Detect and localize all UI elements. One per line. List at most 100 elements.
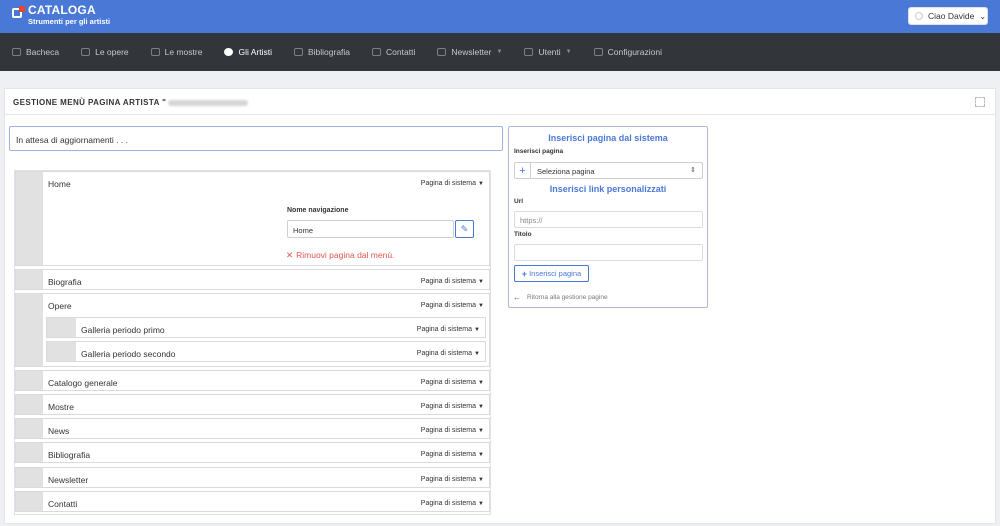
insert-page-button-label: Inserisci pagina [529, 269, 582, 278]
chevron-down-icon: ⌄ [979, 11, 987, 21]
menu-item-galleria-periodo-secondo[interactable]: Galleria periodo secondo Pagina di siste… [46, 341, 486, 362]
page-type-label: Pagina di sistema [420, 180, 477, 187]
drag-handle[interactable] [47, 342, 76, 361]
users-icon [524, 48, 534, 56]
insert-page-button[interactable]: + Inserisci pagina [514, 265, 589, 282]
menu-item-contatti[interactable]: Contatti Pagina di sistema ▼ [15, 491, 490, 512]
nav-item-bibliografia[interactable]: Bibliografia [293, 47, 351, 57]
drag-handle[interactable] [16, 294, 43, 366]
menu-item-news[interactable]: News Pagina di sistema ▼ [15, 418, 490, 439]
caret-down-icon: ▼ [478, 181, 484, 187]
menu-item-label: Bibliografia [48, 450, 91, 460]
address-book-icon [372, 48, 382, 56]
brand-title: CATALOGA [28, 3, 96, 17]
nav-item-utenti[interactable]: Utenti ▼ [524, 47, 572, 57]
menu-item-opere[interactable]: Opere Pagina di sistema ▼ Galleria period… [15, 293, 490, 367]
drag-handle[interactable] [47, 318, 76, 337]
page-type-dropdown[interactable]: Pagina di sistema ▼ [417, 350, 480, 357]
page-type-label: Pagina di sistema [420, 403, 477, 410]
page-type-dropdown[interactable]: Pagina di sistema ▼ [421, 403, 484, 410]
main-nav: Bacheca Le opere Le mostre Gli Artisti B… [0, 33, 1000, 71]
brand-logo[interactable]: CATALOGA Strumenti per gli artisti [12, 4, 110, 26]
caret-down-icon: ▼ [478, 303, 484, 309]
chevron-down-icon: ▼ [565, 49, 572, 55]
nav-label: Le opere [95, 47, 129, 57]
drag-handle[interactable] [16, 468, 43, 487]
expand-icon[interactable] [975, 97, 985, 107]
menu-item-label: News [48, 426, 70, 436]
menu-item-label: Opere [48, 301, 72, 311]
caret-down-icon: ▼ [478, 404, 484, 410]
menu-item-galleria-periodo-primo[interactable]: Galleria periodo primo Pagina di sistema… [46, 317, 486, 338]
drag-handle[interactable] [16, 270, 43, 289]
user-greeting: Ciao Davide [928, 11, 975, 21]
page-type-label: Pagina di sistema [420, 278, 477, 285]
remove-page-link[interactable]: ✕ Rimuovi pagina dal menù. [286, 250, 394, 261]
menu-item-biografia[interactable]: Biografia Pagina di sistema ▼ [15, 269, 490, 290]
title-label: Titolo [514, 231, 532, 238]
nav-item-bacheca[interactable]: Bacheca [12, 47, 59, 57]
nav-label: Bibliografia [307, 47, 351, 57]
page-select-value: Seleziona pagina [537, 167, 595, 176]
menu-item-label: Galleria periodo secondo [81, 349, 176, 359]
drag-handle[interactable] [16, 443, 43, 462]
nav-name-input[interactable]: Home [287, 220, 454, 238]
edit-button[interactable]: ✎ [455, 220, 474, 238]
page-type-label: Pagina di sistema [420, 500, 477, 507]
page-type-dropdown[interactable]: Pagina di sistema ▼ [421, 302, 484, 309]
menu-item-label: Biografia [48, 277, 82, 287]
insert-page-panel: Inserisci pagina dal sistema Inserisci p… [508, 126, 708, 308]
back-to-pages-link[interactable]: ← Ritorna alla gestione pagine [513, 293, 608, 302]
card-header: GESTIONE MENÙ PAGINA ARTISTA " [5, 89, 995, 115]
page-type-label: Pagina di sistema [416, 350, 473, 357]
caret-down-icon: ▼ [478, 380, 484, 386]
page-select[interactable]: + Seleziona pagina ⇕ [514, 162, 703, 179]
url-input[interactable]: https:// [514, 211, 703, 228]
page-type-dropdown[interactable]: Pagina di sistema ▼ [421, 379, 484, 386]
user-menu-button[interactable]: Ciao Davide ⌄ [908, 7, 988, 25]
drag-handle[interactable] [16, 172, 43, 265]
page-type-dropdown[interactable]: Pagina di sistema ▼ [421, 427, 484, 434]
tools-icon [593, 48, 603, 56]
drag-handle[interactable] [16, 371, 43, 390]
nav-item-configurazioni[interactable]: Configurazioni [593, 47, 662, 57]
page-type-dropdown[interactable]: Pagina di sistema ▼ [421, 476, 484, 483]
nav-item-le-mostre[interactable]: Le mostre [150, 47, 203, 57]
page-type-dropdown[interactable]: Pagina di sistema ▼ [421, 451, 484, 458]
nav-item-newsletter[interactable]: Newsletter ▼ [437, 47, 502, 57]
caret-down-icon: ▼ [478, 501, 484, 507]
caret-down-icon: ▼ [478, 279, 484, 285]
caret-down-icon: ▼ [474, 327, 480, 333]
menu-tree: Home Pagina di sistema ▼ Nome navigazione… [14, 170, 491, 515]
nav-item-le-opere[interactable]: Le opere [81, 47, 129, 57]
page-type-label: Pagina di sistema [420, 451, 477, 458]
palette-icon [224, 48, 234, 56]
page-type-dropdown[interactable]: Pagina di sistema ▼ [417, 326, 480, 333]
brand-subtitle: Strumenti per gli artisti [28, 17, 111, 26]
page-type-label: Pagina di sistema [420, 302, 477, 309]
books-icon [293, 48, 303, 56]
nav-item-contatti[interactable]: Contatti [372, 47, 415, 57]
url-label: Url [514, 198, 524, 205]
drag-handle[interactable] [16, 419, 43, 438]
page-type-dropdown[interactable]: Pagina di sistema ▼ [421, 180, 484, 187]
nav-name-label: Nome navigazione [287, 207, 349, 214]
drag-handle[interactable] [16, 492, 43, 511]
plus-icon[interactable]: + [515, 163, 531, 178]
menu-item-label: Home [48, 179, 71, 189]
menu-item-bibliografia[interactable]: Bibliografia Pagina di sistema ▼ [15, 442, 490, 463]
menu-item-home[interactable]: Home Pagina di sistema ▼ Nome navigazione… [15, 171, 490, 266]
menu-item-label: Contatti [48, 499, 78, 509]
page-type-dropdown[interactable]: Pagina di sistema ▼ [421, 278, 484, 285]
nav-item-gli-artisti[interactable]: Gli Artisti [224, 47, 272, 57]
edit-icon: ✎ [460, 223, 469, 234]
menu-item-label: Catalogo generale [48, 378, 118, 388]
drag-handle[interactable] [16, 395, 43, 414]
page-type-dropdown[interactable]: Pagina di sistema ▼ [421, 500, 484, 507]
menu-item-catalogo-generale[interactable]: Catalogo generale Pagina di sistema ▼ [15, 370, 490, 391]
title-input[interactable] [514, 244, 703, 261]
menu-item-mostre[interactable]: Mostre Pagina di sistema ▼ [15, 394, 490, 415]
chevron-down-icon: ▼ [496, 49, 503, 55]
menu-item-newsletter[interactable]: Newsletter Pagina di sistema ▼ [15, 467, 490, 488]
nav-label: Le mostre [164, 47, 203, 57]
